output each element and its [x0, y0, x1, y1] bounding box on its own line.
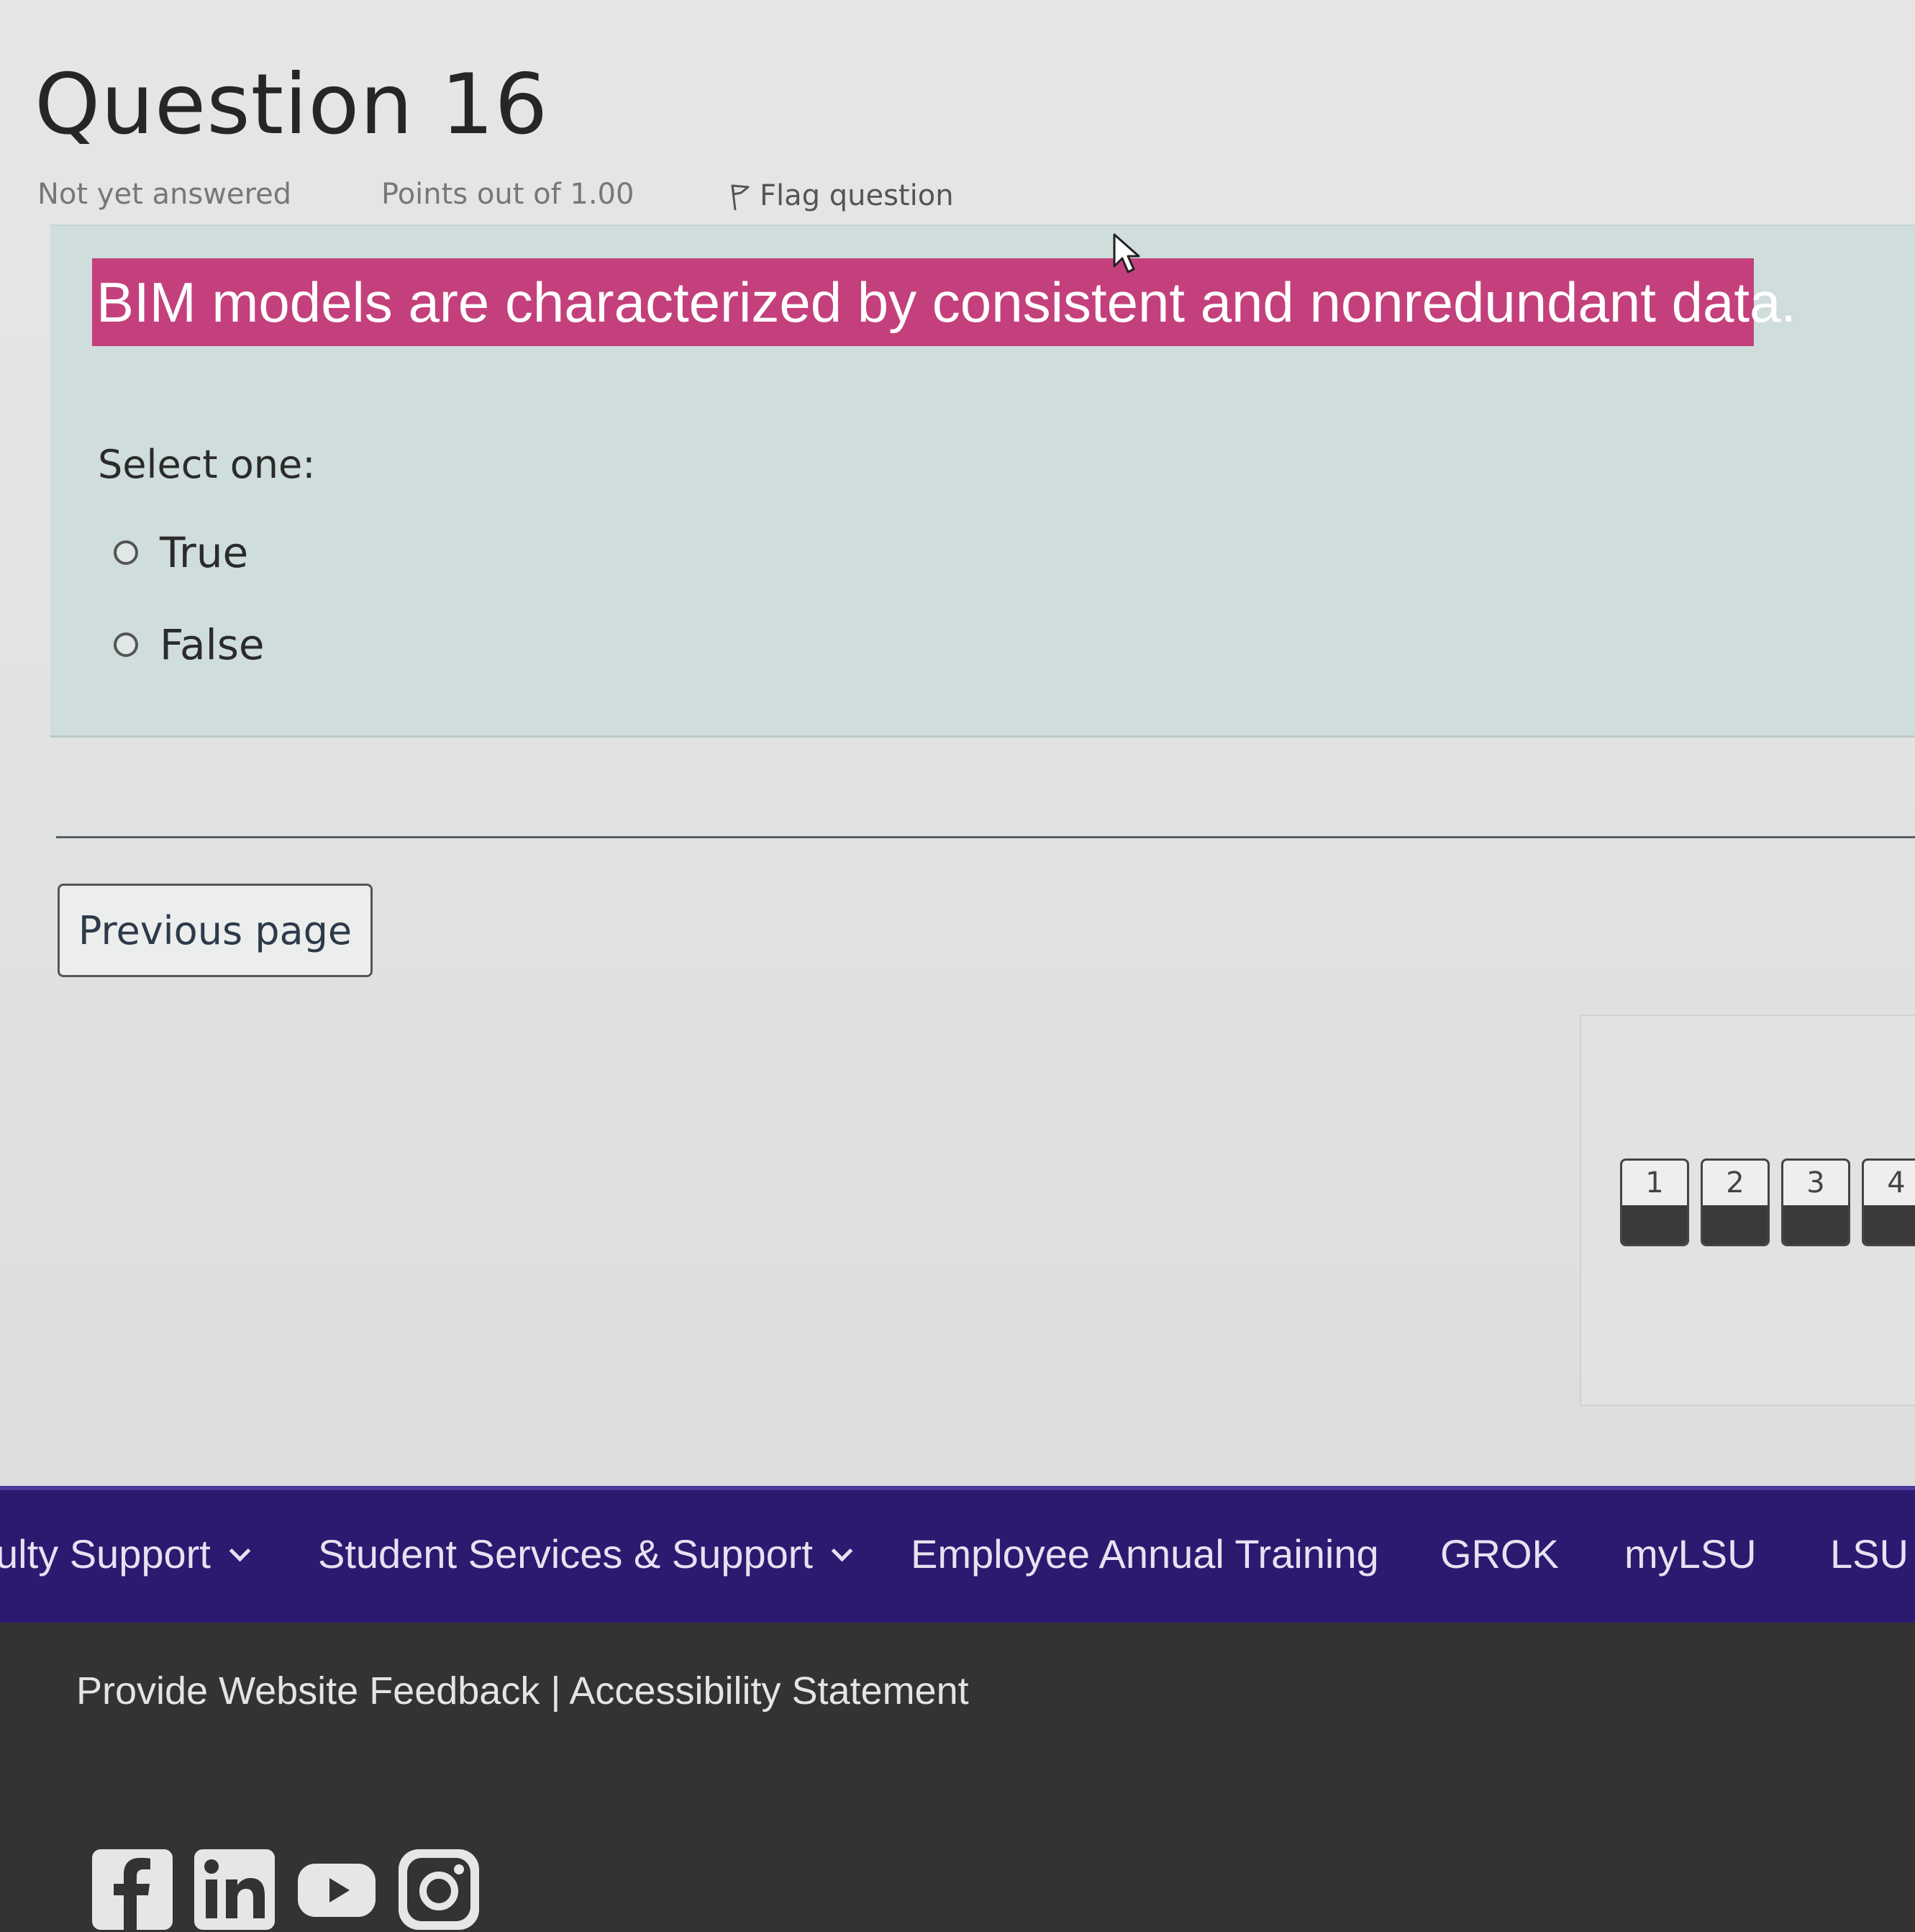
facebook-icon[interactable] [92, 1849, 173, 1930]
select-one-prompt: Select one: [98, 442, 316, 487]
menu-faculty-support[interactable]: ulty Support [0, 1530, 251, 1577]
footer-separator: | [540, 1669, 570, 1713]
question-text: BIM models are characterized by consiste… [92, 258, 1796, 346]
flag-icon [731, 184, 750, 211]
menu-student-services[interactable]: Student Services & Support [318, 1530, 853, 1577]
quiz-nav-button-3[interactable]: 3 [1781, 1158, 1850, 1246]
answer-status: Not yet answered [37, 178, 292, 211]
site-footer: Provide Website Feedback | Accessibility… [0, 1623, 1915, 1932]
quiz-nav-button-2[interactable]: 2 [1701, 1158, 1770, 1246]
option-false[interactable]: False [114, 620, 265, 669]
quiz-nav-number: 3 [1806, 1166, 1825, 1199]
divider [56, 836, 1915, 838]
quiz-nav-number: 4 [1887, 1166, 1906, 1199]
quiz-page: Question 16 Not yet answered Points out … [0, 0, 1915, 1486]
menu-employee-training-label: Employee Annual Training [911, 1531, 1379, 1577]
quiz-nav-status-bar [1622, 1205, 1687, 1244]
quiz-nav-number: 2 [1726, 1166, 1745, 1199]
question-title: Question 16 [35, 56, 549, 153]
quiz-nav-number: 1 [1645, 1166, 1664, 1199]
site-menu-bar: ulty Support Student Services & Support … [0, 1486, 1915, 1623]
radio-true[interactable] [114, 540, 138, 565]
flag-question-label: Flag question [760, 179, 954, 212]
menu-employee-training[interactable]: Employee Annual Training [911, 1530, 1379, 1577]
question-content: BIM models are characterized by consiste… [50, 225, 1915, 738]
quiz-nav-status-bar [1864, 1205, 1915, 1244]
footer-links: Provide Website Feedback | Accessibility… [76, 1669, 969, 1713]
youtube-icon[interactable] [296, 1849, 377, 1930]
quiz-navigation-panel: 1 2 3 4 [1580, 1015, 1915, 1406]
option-true-label[interactable]: True [160, 528, 248, 577]
menu-lsu-label: LSU I [1830, 1531, 1915, 1577]
menu-lsu[interactable]: LSU I [1830, 1530, 1915, 1577]
radio-false[interactable] [114, 632, 138, 657]
instagram-icon[interactable] [399, 1849, 479, 1930]
previous-page-button[interactable]: Previous page [58, 884, 373, 977]
linkedin-icon[interactable] [194, 1849, 275, 1930]
feedback-link[interactable]: Provide Website Feedback [76, 1669, 540, 1713]
menu-grok[interactable]: GROK [1440, 1530, 1559, 1577]
menu-faculty-support-label: ulty Support [0, 1531, 211, 1577]
quiz-nav-status-bar [1703, 1205, 1768, 1244]
option-false-label[interactable]: False [160, 620, 265, 669]
quiz-nav-button-4[interactable]: 4 [1862, 1158, 1915, 1246]
flag-question-link[interactable]: Flag question [727, 178, 954, 213]
chevron-down-icon [229, 1540, 251, 1562]
chevron-down-icon [831, 1540, 853, 1562]
quiz-nav-button-1[interactable]: 1 [1620, 1158, 1689, 1246]
accessibility-link[interactable]: Accessibility Statement [569, 1669, 968, 1713]
menu-student-services-label: Student Services & Support [318, 1531, 813, 1577]
menu-mylsu[interactable]: myLSU [1624, 1530, 1757, 1577]
menu-grok-label: GROK [1440, 1531, 1559, 1577]
question-points: Points out of 1.00 [381, 178, 634, 211]
menu-mylsu-label: myLSU [1624, 1531, 1757, 1577]
mouse-cursor-icon [1113, 233, 1140, 273]
quiz-nav-status-bar [1783, 1205, 1848, 1244]
option-true[interactable]: True [114, 528, 248, 577]
